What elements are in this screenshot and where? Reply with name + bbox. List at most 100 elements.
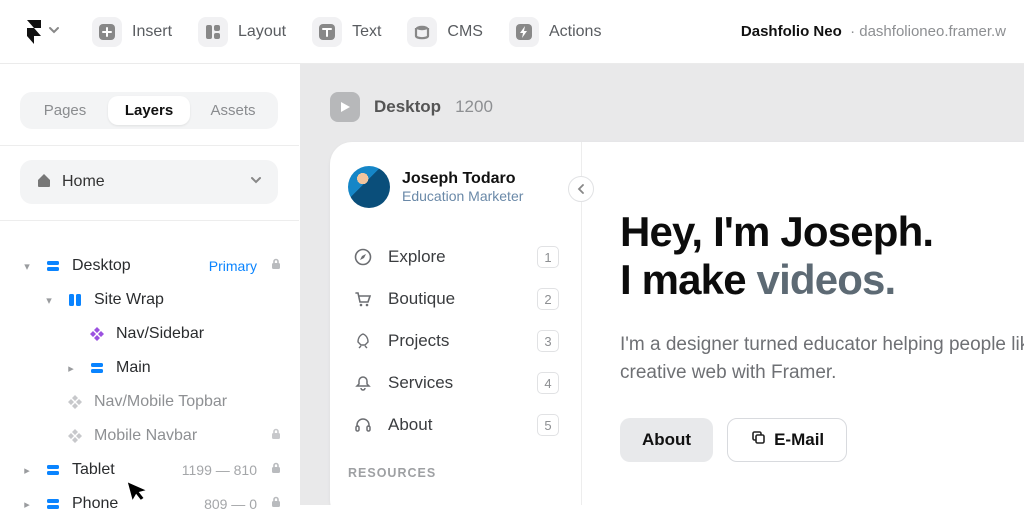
nav-explore[interactable]: Explore 1 [348,238,563,276]
device-width: 1200 [455,97,493,117]
chevron-down-icon [48,23,60,41]
layer-label: Phone [72,495,194,513]
stack-icon [44,462,62,478]
layer-desktop[interactable]: ▾ Desktop Primary [20,249,291,283]
bolt-icon [509,17,539,47]
breakpoint-range: 1199 — 810 [182,462,257,478]
layout-label: Layout [238,23,286,41]
page-selector[interactable]: Home [20,160,278,204]
cms-button[interactable]: CMS [407,17,483,47]
layer-label: Main [116,359,285,377]
project-title[interactable]: Dashfolio Neo · dashfolioneo.framer.w [741,23,1006,40]
nav-label: Projects [388,331,523,351]
nav-key: 2 [537,288,559,310]
top-toolbar: Insert Layout Text CMS Actions Dashfolio… [0,0,1024,64]
layout-button[interactable]: Layout [198,17,286,47]
device-label: Desktop [374,97,441,117]
caret-down-icon: ▾ [20,260,34,273]
page-selector-label: Home [62,173,240,191]
framer-logo-icon [24,20,44,44]
nav-key: 5 [537,414,559,436]
nav-label: Services [388,373,523,393]
text-label: Text [352,23,381,41]
layer-nav-mobile[interactable]: Nav/Mobile Topbar [20,385,291,419]
caret-right-icon: ▸ [20,464,34,477]
layer-site-wrap[interactable]: ▾ Site Wrap [20,283,291,317]
nav-services[interactable]: Services 4 [348,364,563,402]
layer-mobile-navbar[interactable]: Mobile Navbar [20,419,291,453]
breakpoint-range: 809 — 0 [204,496,257,512]
columns-icon [66,292,84,308]
email-button[interactable]: E-Mail [727,418,847,462]
panel-divider [0,145,299,146]
layer-label: Desktop [72,257,199,275]
nav-projects[interactable]: Projects 3 [348,322,563,360]
insert-button[interactable]: Insert [92,17,172,47]
project-url: dashfolioneo.framer.w [859,23,1006,40]
caret-right-icon: ▸ [20,498,34,511]
stack-icon [88,360,106,376]
artboard-desktop[interactable]: Joseph Todaro Education Marketer Explore… [330,142,1024,505]
chevron-down-icon [250,173,262,191]
actions-label: Actions [549,23,601,41]
primary-badge: Primary [209,258,257,274]
layer-nav-sidebar[interactable]: Nav/Sidebar [20,317,291,351]
component-icon [88,327,106,341]
layer-label: Nav/Sidebar [116,325,285,343]
nav-about[interactable]: About 5 [348,406,563,444]
compass-icon [352,248,374,266]
layer-label: Nav/Mobile Topbar [94,393,285,411]
avatar [348,166,390,208]
layout-icon [198,17,228,47]
stack-icon [44,496,62,512]
headset-icon [352,416,374,434]
layer-label: Tablet [72,461,172,479]
profile-role: Education Marketer [402,188,523,204]
about-button[interactable]: About [620,418,713,462]
layer-main[interactable]: ▸ Main [20,351,291,385]
layer-tree: ▾ Desktop Primary ▾ Site Wrap [20,249,291,521]
home-icon [36,172,52,193]
copy-icon [750,429,766,450]
text-icon [312,17,342,47]
hero-subtitle: I'm a designer turned educator helping p… [620,331,1024,388]
layer-label: Site Wrap [94,291,285,309]
breakpoint-bar[interactable]: Desktop 1200 [330,92,1024,122]
nav-key: 4 [537,372,559,394]
actions-button[interactable]: Actions [509,17,601,47]
nav-label: Boutique [388,289,523,309]
cart-icon [352,290,374,308]
tab-layers[interactable]: Layers [108,96,190,125]
component-icon [66,395,84,409]
lock-icon [267,427,285,445]
play-icon[interactable] [330,92,360,122]
stack-icon [44,258,62,274]
tab-pages[interactable]: Pages [24,96,106,125]
hero-title: Hey, I'm Joseph. I make videos. [620,208,1024,305]
nav-key: 1 [537,246,559,268]
hero-line2b: videos. [757,256,896,303]
project-name: Dashfolio Neo [741,23,842,40]
profile[interactable]: Joseph Todaro Education Marketer [348,166,563,208]
collapse-sidebar-button[interactable] [568,176,594,202]
lock-icon [267,257,285,275]
email-button-label: E-Mail [774,430,824,450]
canvas-area[interactable]: Desktop 1200 Joseph Todaro Education Mar… [300,64,1024,505]
nav-key: 3 [537,330,559,352]
nav-boutique[interactable]: Boutique 2 [348,280,563,318]
tab-assets[interactable]: Assets [192,96,274,125]
hero-line1: Hey, I'm Joseph. [620,208,933,255]
panel-tabs: Pages Layers Assets [20,92,278,129]
layer-phone[interactable]: ▸ Phone 809 — 0 [20,487,291,521]
layer-label: Mobile Navbar [94,427,257,445]
app-menu-button[interactable] [18,16,66,48]
layer-tablet[interactable]: ▸ Tablet 1199 — 810 [20,453,291,487]
panel-divider [0,220,299,221]
hero-line2a: I make [620,256,757,303]
caret-right-icon: ▸ [64,362,78,375]
hero-buttons: About E-Mail [620,418,1024,462]
caret-down-icon: ▾ [42,294,56,307]
component-icon [66,429,84,443]
cms-label: CMS [447,23,483,41]
text-button[interactable]: Text [312,17,381,47]
